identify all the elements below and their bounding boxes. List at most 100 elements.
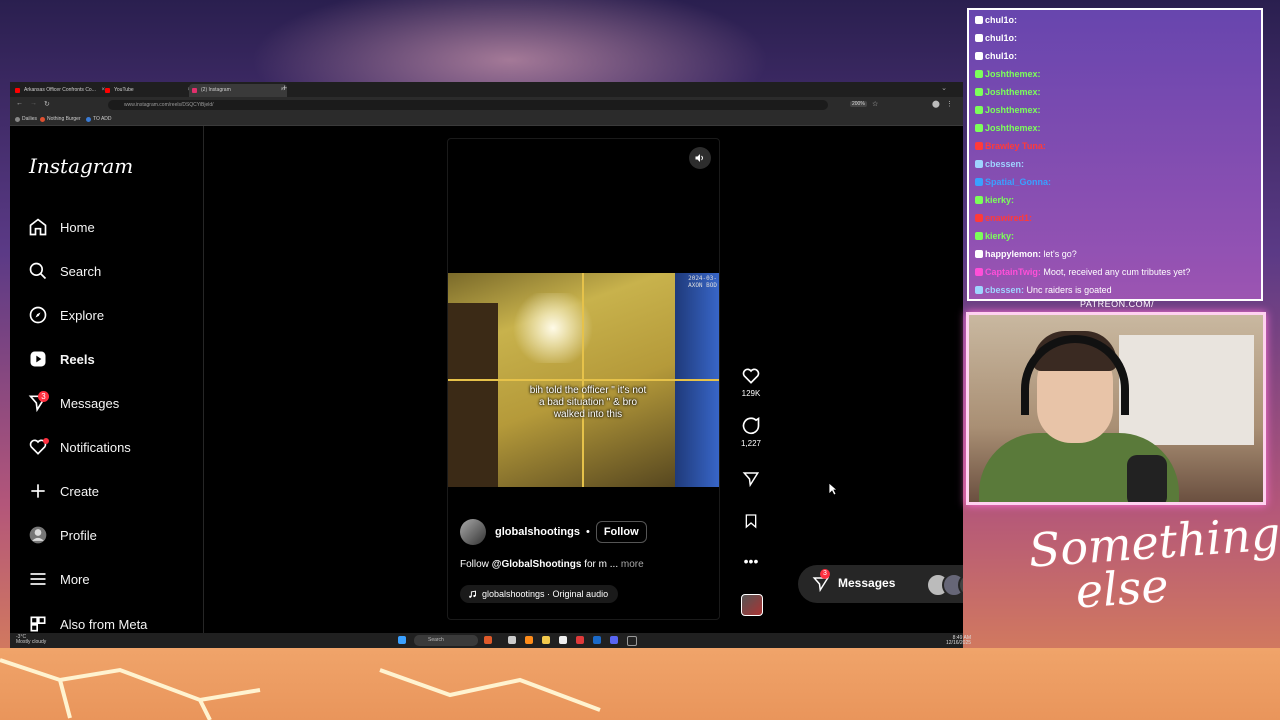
reload-icon[interactable]: ↻ [44, 100, 50, 108]
nav-home[interactable]: Home [28, 213, 95, 241]
reel-player[interactable]: 2024-03- AXON BOD bih told the officer " … [447, 138, 720, 620]
nav-create[interactable]: Create [28, 477, 99, 505]
chat-username[interactable]: Joshthemex: [985, 69, 1041, 79]
steam-icon[interactable] [593, 636, 601, 644]
chat-username[interactable]: cbessen: [985, 285, 1024, 295]
weather-widget[interactable]: -3°C Mostly cloudy [16, 635, 46, 645]
chat-username[interactable]: kierky: [985, 231, 1014, 241]
audio-thumbnail[interactable] [741, 594, 763, 616]
plus-icon [31, 484, 45, 498]
firefox-icon[interactable] [525, 636, 533, 644]
menu-icon [30, 573, 46, 585]
more-options-icon[interactable]: ••• [736, 554, 766, 568]
author-row: globalshootings • Follow [460, 519, 647, 545]
chat-username[interactable]: enawired1: [985, 213, 1032, 223]
heart-icon [742, 368, 760, 384]
webcam [966, 312, 1266, 505]
like-button[interactable]: 129K [736, 366, 766, 398]
nav-label: Messages [60, 395, 120, 411]
bookmark-nothing-burger[interactable]: Nothing Burger [40, 116, 81, 122]
mute-button[interactable] [689, 147, 711, 169]
chat-badge-icon [975, 232, 983, 240]
messages-pill[interactable]: 3 Messages [798, 565, 963, 603]
audio-chip[interactable]: globalshootings · Original audio [460, 585, 619, 603]
video-door [448, 303, 498, 487]
tab-list-chevron-icon[interactable]: ⌄ [941, 84, 947, 92]
app-icon[interactable] [484, 636, 492, 644]
save-button[interactable] [736, 512, 766, 533]
author-avatar[interactable] [460, 519, 486, 545]
back-icon[interactable]: ← [16, 100, 23, 107]
bookmark-label: Dailies [22, 116, 38, 122]
tab-arkansas[interactable]: Arkansas Officer Confronts Co... × [12, 84, 108, 97]
tab-instagram[interactable]: (2) Instagram × [189, 84, 287, 97]
nav-profile[interactable]: Profile [28, 521, 97, 549]
nav-reels[interactable]: Reels [28, 345, 95, 373]
stamp-line: AXON BOD [688, 282, 717, 289]
url-input[interactable]: www.instagram.com/reels/DSQCYiBjeld/ [108, 100, 828, 110]
chat-badge-icon [975, 196, 983, 204]
share-button[interactable] [736, 470, 766, 491]
background-cracks [0, 658, 601, 720]
tab-label: YouTube [114, 87, 134, 93]
nav-messages[interactable]: 3 Messages [28, 389, 119, 417]
desc-mention[interactable]: @GlobalShootings [492, 559, 582, 570]
chat-text: let's go? [1043, 249, 1077, 259]
youtube-favicon-icon [105, 88, 110, 93]
taskbar-search[interactable]: Search [414, 635, 478, 646]
extensions-icon[interactable]: ⬤ [932, 100, 940, 108]
nav-notifications[interactable]: Notifications [28, 433, 131, 461]
zoom-badge[interactable]: 200% [850, 101, 867, 107]
chat-username[interactable]: Joshthemex: [985, 123, 1041, 133]
chat-username[interactable]: Joshthemex: [985, 105, 1041, 115]
bookmark-star-icon[interactable]: ☆ [872, 100, 878, 108]
chat-message: chul1o: [975, 51, 1017, 61]
desc-text: for m ... [581, 559, 619, 570]
chat-username[interactable]: cbessen: [985, 159, 1024, 169]
chat-username[interactable]: chul1o: [985, 15, 1017, 25]
chat-username[interactable]: CaptainTwig: [985, 267, 1041, 277]
obs-icon[interactable] [627, 636, 637, 646]
chrome-icon[interactable] [576, 636, 584, 644]
tab-youtube[interactable]: YouTube × [102, 84, 194, 97]
chat-username[interactable]: chul1o: [985, 51, 1017, 61]
video-crosshair-v [582, 273, 584, 487]
instagram-logo[interactable]: Instagram [29, 154, 133, 178]
chat-badge-icon [975, 286, 983, 294]
nav-search[interactable]: Search [28, 257, 101, 285]
nav-also-from-meta[interactable]: Also from Meta [28, 610, 147, 633]
chat-username[interactable]: kierky: [985, 195, 1014, 205]
taskbar-clock[interactable]: 8:49 AM 12/16/2025 [946, 636, 971, 646]
nav-more[interactable]: More [28, 565, 90, 593]
chat-username[interactable]: happylemon: [985, 249, 1041, 259]
more-link[interactable]: more [621, 559, 644, 570]
windows-start-icon[interactable] [398, 636, 406, 644]
chat-username[interactable]: Brawley Tuna: [985, 141, 1046, 151]
chat-username[interactable]: chul1o: [985, 33, 1017, 43]
bookmark-to-add[interactable]: TO ADD [86, 116, 112, 122]
nav-explore[interactable]: Explore [28, 301, 104, 329]
discord-icon[interactable] [610, 636, 618, 644]
app-icon[interactable] [508, 636, 516, 644]
chat-badge-icon [975, 52, 983, 60]
messages-badge: 3 [38, 391, 49, 402]
chat-username[interactable]: Spatial_Gonna: [985, 177, 1051, 187]
folder-icon[interactable] [542, 636, 550, 644]
comment-button[interactable]: 1,227 [736, 416, 766, 448]
follow-button[interactable]: Follow [595, 521, 647, 543]
chat-message: Brawley Tuna: [975, 141, 1046, 151]
compass-icon [29, 306, 47, 324]
burger-icon [40, 117, 45, 122]
video-light [508, 293, 598, 363]
new-tab-button[interactable]: + [282, 83, 287, 93]
music-note-icon [469, 590, 476, 598]
comment-icon [742, 416, 760, 435]
author-name[interactable]: globalshootings [495, 526, 580, 538]
chat-message: Joshthemex: [975, 87, 1041, 97]
bookmark-dailies[interactable]: Dailies [15, 116, 37, 122]
menu-dots-icon[interactable]: ⋮ [946, 100, 953, 108]
app-icon[interactable] [559, 636, 567, 644]
reel-video[interactable]: 2024-03- AXON BOD bih told the officer " … [448, 273, 719, 487]
forward-icon[interactable]: → [30, 100, 37, 107]
chat-username[interactable]: Joshthemex: [985, 87, 1041, 97]
